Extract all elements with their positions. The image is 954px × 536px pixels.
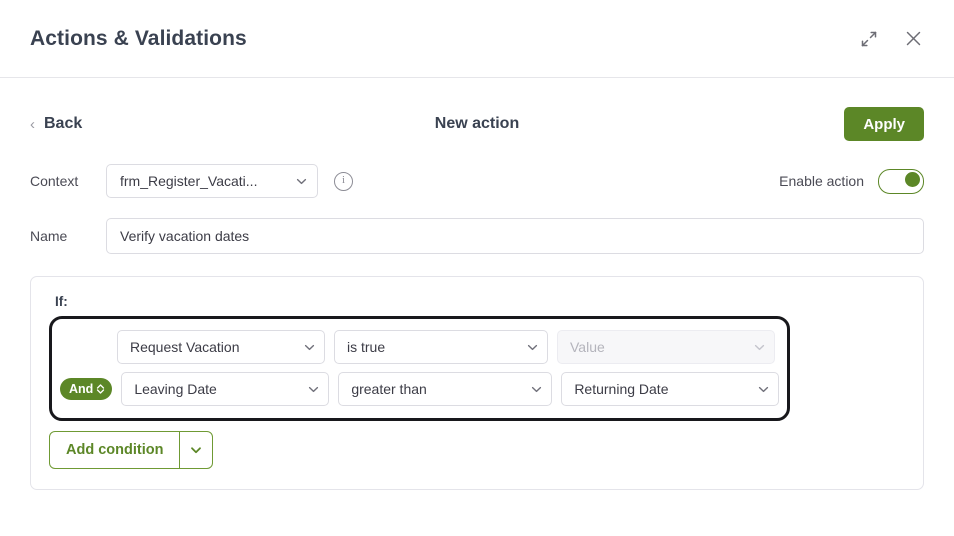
back-button[interactable]: ‹ Back — [30, 115, 82, 133]
panel-body: ‹ Back New action Apply Context frm_Regi… — [0, 78, 954, 490]
add-condition-label: Add condition — [66, 442, 164, 458]
condition-field-value: Leaving Date — [134, 381, 217, 397]
action-bar: ‹ Back New action Apply — [30, 104, 924, 144]
context-select[interactable]: frm_Register_Vacati... — [106, 164, 318, 198]
section-title: New action — [434, 115, 520, 132]
chevron-down-icon — [303, 341, 316, 354]
connector-and-toggle[interactable]: And — [60, 378, 113, 400]
page-title: Actions & Validations — [30, 26, 247, 50]
condition-field-select[interactable]: Leaving Date — [121, 372, 330, 406]
name-label: Name — [30, 228, 68, 244]
name-input[interactable] — [106, 218, 924, 254]
chevron-down-icon — [526, 341, 539, 354]
context-row: Context frm_Register_Vacati... i Enable … — [30, 164, 924, 198]
condition-row: And Leaving Date greater than Returning … — [60, 368, 780, 410]
chevron-down-icon — [295, 175, 308, 188]
back-label: Back — [44, 115, 83, 132]
context-label: Context — [30, 173, 79, 189]
condition-operator-select[interactable]: greater than — [338, 372, 553, 406]
condition-value-value: Returning Date — [574, 381, 669, 397]
enable-action-label: Enable action — [779, 173, 864, 189]
condition-field-select[interactable]: Request Vacation — [117, 330, 325, 364]
name-row: Name — [30, 218, 924, 254]
condition-field-value: Request Vacation — [130, 339, 240, 355]
add-condition-button[interactable]: Add condition — [49, 431, 214, 469]
condition-value-placeholder: Value — [570, 339, 605, 355]
enable-action-group: Enable action — [779, 168, 924, 194]
actions-validations-panel: Actions & Validations ‹ Back New action … — [0, 0, 954, 536]
condition-value-select: Value — [557, 330, 775, 364]
chevron-down-icon — [307, 383, 320, 396]
condition-row: Request Vacation is true Value — [60, 326, 779, 368]
add-condition-dropdown-toggle[interactable] — [179, 432, 212, 468]
chevron-left-icon: ‹ — [30, 115, 35, 133]
up-down-chevron-icon — [96, 384, 105, 394]
chevron-down-icon — [757, 383, 770, 396]
info-circle-icon[interactable]: i — [334, 171, 353, 191]
context-select-value: frm_Register_Vacati... — [120, 173, 258, 189]
if-label: If: — [55, 294, 68, 309]
header-actions — [858, 28, 924, 50]
enable-action-toggle[interactable] — [878, 168, 924, 194]
chevron-down-icon — [530, 383, 543, 396]
condition-value-select[interactable]: Returning Date — [561, 372, 780, 406]
apply-button[interactable]: Apply — [844, 107, 924, 141]
chevron-down-icon — [753, 341, 766, 354]
connector-label: And — [69, 382, 94, 396]
conditions-card: If: Request Vacation is true Value And L… — [30, 276, 924, 490]
expand-diagonal-icon[interactable] — [858, 28, 880, 50]
conditions-highlight-group: Request Vacation is true Value And Leavi… — [49, 316, 791, 421]
chevron-down-icon — [191, 447, 202, 454]
panel-header: Actions & Validations — [0, 0, 954, 78]
close-icon[interactable] — [902, 28, 924, 50]
toggle-knob — [905, 171, 921, 187]
condition-operator-value: greater than — [351, 381, 427, 397]
condition-operator-value: is true — [347, 339, 386, 355]
condition-operator-select[interactable]: is true — [334, 330, 548, 364]
